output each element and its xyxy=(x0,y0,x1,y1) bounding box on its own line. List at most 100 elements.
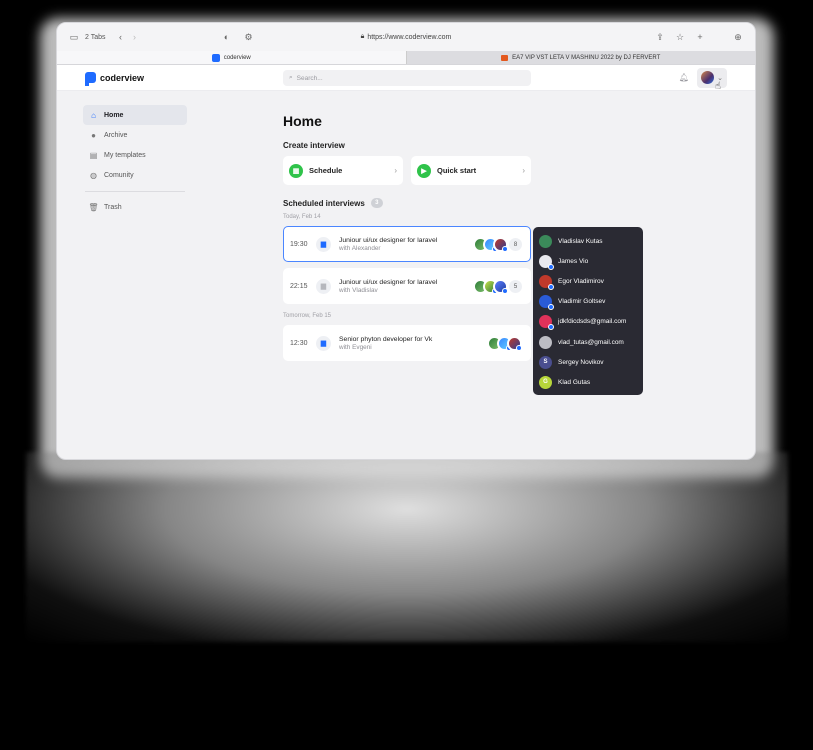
schedule-card[interactable]: ▦ Schedule › xyxy=(283,156,403,185)
document-icon: ▆ xyxy=(316,278,331,294)
logo[interactable]: coderview xyxy=(85,72,145,86)
participant-item[interactable]: Vladimir Goltsev xyxy=(533,292,643,312)
app-header: coderview ⌕ Search... 🔔︎ ⌄ ☝︎ xyxy=(57,65,755,92)
sidebar-item-trash[interactable]: 🗑︎ Trash xyxy=(83,197,187,217)
interview-row[interactable]: 22:15 ▆ Juniour ui/ux designer for larav… xyxy=(283,268,531,304)
chevron-right-icon: › xyxy=(394,166,397,175)
participant-item[interactable]: Vladislav Kutas xyxy=(533,231,643,251)
document-icon: ▆ xyxy=(316,236,331,252)
count-badge: 3 xyxy=(370,198,383,208)
participant-name: Sergey Novikov xyxy=(558,358,604,366)
calendar-icon: ▦ xyxy=(289,163,303,178)
participant-item[interactable]: vlad_tutas@gmail.com xyxy=(533,332,643,352)
tab-strip: coderview EA7 VIP VST LETA V MASHINU 202… xyxy=(57,51,755,65)
tab-music[interactable]: EA7 VIP VST LETA V MASHINU 2022 by DJ FE… xyxy=(405,51,755,64)
sidebar-item-home[interactable]: ⌂ Home xyxy=(83,105,187,125)
interview-time: 12:30 xyxy=(290,339,308,347)
participants-popup: Vladislav Kutas James Vio Egor Vladimiro… xyxy=(533,227,643,395)
avatar xyxy=(539,274,554,290)
interview-with: with Evgeni xyxy=(339,344,372,352)
logo-text: coderview xyxy=(100,72,145,83)
search-placeholder: Search... xyxy=(296,74,323,82)
tab-title: EA7 VIP VST LETA V MASHINU 2022 by DJ FE… xyxy=(512,54,661,61)
interview-row[interactable]: 19:30 ▆ Juniour ui/ux designer for larav… xyxy=(283,226,531,262)
profile-menu-button[interactable]: ⌄ xyxy=(697,67,727,88)
interview-time: 22:15 xyxy=(290,282,308,290)
participant-item[interactable]: jdkfdicdsds@gmail.com xyxy=(533,312,643,332)
browser-window: ▭ 2 Tabs ‹ › ◐ ⚙ 🔒︎ https://www.codervie… xyxy=(56,22,756,460)
participant-item[interactable]: G Klad Gutas xyxy=(533,372,643,392)
extension-icon[interactable]: ⚙ xyxy=(242,30,256,44)
sidebar-item-label: Home xyxy=(104,111,124,119)
bell-icon[interactable]: 🔔︎ xyxy=(679,73,689,82)
search-input[interactable]: ⌕ Search... xyxy=(283,70,531,86)
day-label: Tomorrow, Feb 15 xyxy=(283,313,332,319)
avatar: S xyxy=(539,355,552,369)
bookmark-icon[interactable]: ☆ xyxy=(673,30,687,44)
participant-item[interactable]: Egor Vladimirov xyxy=(533,271,643,291)
reader-icon[interactable]: ◐ xyxy=(220,30,234,44)
participant-item[interactable]: S Sergey Novikov xyxy=(533,352,643,372)
main-content: Home Create interview ▦ Schedule › ▶ Qui… xyxy=(283,113,543,361)
interview-time: 19:30 xyxy=(290,240,308,248)
avatar xyxy=(493,237,508,252)
quick-start-card[interactable]: ▶ Quick start › xyxy=(411,156,531,185)
participants-stack[interactable]: 5 xyxy=(473,279,522,294)
window-reflection xyxy=(26,452,788,642)
avatar: G xyxy=(539,375,552,389)
participant-item[interactable]: James Vio xyxy=(533,251,643,271)
interview-title: Juniour ui/ux designer for laravel xyxy=(339,278,438,286)
participant-name: Klad Gutas xyxy=(558,378,591,386)
document-icon: ▆ xyxy=(316,335,331,351)
logo-mark-icon xyxy=(85,72,96,86)
sidebar-item-archive[interactable]: ● Archive xyxy=(83,125,187,145)
video-favicon-icon xyxy=(501,54,509,61)
home-icon: ⌂ xyxy=(91,110,96,120)
interview-title: Senior phyton developer for Vk xyxy=(339,335,433,343)
participants-stack[interactable]: 8 xyxy=(473,237,522,252)
card-label: Schedule xyxy=(309,166,343,175)
interview-row[interactable]: 12:30 ▆ Senior phyton developer for Vk w… xyxy=(283,325,531,361)
day-label: Today, Feb 14 xyxy=(283,214,321,220)
sidebar-item-label: My templates xyxy=(104,151,146,159)
interview-with: with Vladislav xyxy=(339,287,378,295)
participant-name: jdkfdicdsds@gmail.com xyxy=(558,318,627,326)
video-icon: ▶ xyxy=(417,163,431,178)
sidebar-item-comunity[interactable]: ◍ Comunity xyxy=(83,165,187,185)
search-icon: ⌕ xyxy=(289,74,293,81)
sidebar-divider xyxy=(85,191,185,192)
participant-name: Egor Vladimirov xyxy=(558,277,604,285)
coderview-favicon-icon xyxy=(211,53,220,62)
download-icon[interactable]: ⊕ xyxy=(731,30,745,44)
avatar xyxy=(539,295,554,311)
avatar xyxy=(539,315,554,331)
tab-count[interactable]: 2 Tabs xyxy=(85,34,106,41)
sidebar-toggle-icon[interactable]: ▭ xyxy=(67,30,81,44)
avatar xyxy=(539,335,552,349)
participant-name: vlad_tutas@gmail.com xyxy=(558,338,624,346)
participants-stack[interactable] xyxy=(487,336,522,351)
trash-icon: 🗑︎ xyxy=(88,202,99,212)
back-icon[interactable]: ‹ xyxy=(114,30,128,44)
sidebar-item-label: Trash xyxy=(104,203,122,211)
share-icon[interactable]: ⇪ xyxy=(653,30,667,44)
scheduled-title: Scheduled interviews xyxy=(283,198,365,208)
browser-toolbar: ▭ 2 Tabs ‹ › ◐ ⚙ 🔒︎ https://www.codervie… xyxy=(57,23,755,51)
sidebar-item-templates[interactable]: ▤ My templates xyxy=(83,145,187,165)
globe-icon: ◍ xyxy=(90,170,97,180)
participant-name: Vladimir Goltsev xyxy=(558,298,606,306)
url-text: https://www.coderview.com xyxy=(367,33,452,41)
forward-icon[interactable]: › xyxy=(128,30,142,44)
more-participants-count: 8 xyxy=(509,238,522,251)
card-label: Quick start xyxy=(437,166,477,175)
avatar xyxy=(493,279,508,294)
avatar xyxy=(539,254,554,270)
tab-coderview[interactable]: coderview xyxy=(57,51,406,64)
avatar xyxy=(539,234,552,248)
interview-with: with Alexander xyxy=(339,245,381,253)
new-tab-icon[interactable]: + xyxy=(693,30,707,44)
page-title: Home xyxy=(283,113,322,129)
sidebar-item-label: Comunity xyxy=(104,171,134,179)
more-participants-count: 5 xyxy=(509,280,522,293)
address-bar[interactable]: 🔒︎ https://www.coderview.com xyxy=(276,29,536,45)
